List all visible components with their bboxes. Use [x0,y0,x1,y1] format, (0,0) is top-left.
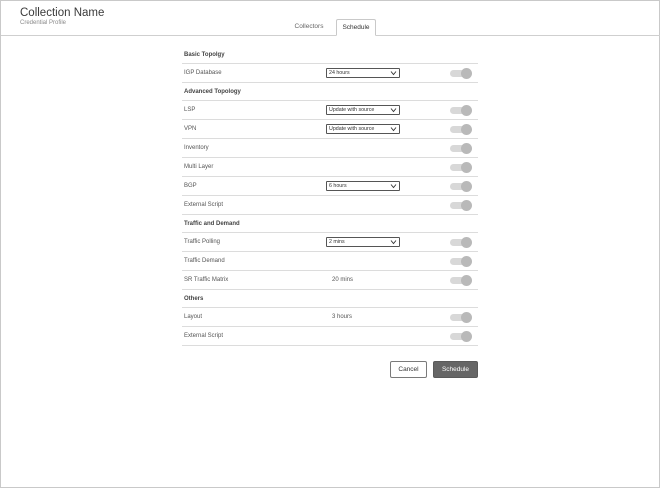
tab-schedule[interactable]: Schedule [336,19,376,36]
tab-collectors[interactable]: Collectors [287,19,331,36]
row-label: LSP [184,107,196,113]
row-external-script: External Script [182,196,478,215]
select-value: 24 hours [329,70,350,76]
chevron-down-icon [390,184,397,189]
select-value: 6 hours [329,183,347,189]
row-sr-traffic-matrix: SR Traffic Matrix 20 mins [182,271,478,290]
igp-database-toggle[interactable] [450,68,472,79]
vpn-select[interactable]: Update with source [326,124,400,134]
lsp-toggle[interactable] [450,105,472,116]
row-lsp: LSP Update with source [182,101,478,120]
row-vpn: VPN Update with source [182,120,478,139]
section-basic-topology: Basic Topolgy [182,46,478,64]
section-others: Others [182,290,478,308]
row-external-script-others: External Script [182,327,478,346]
toggle-knob [461,105,472,116]
traffic-demand-toggle[interactable] [450,256,472,267]
traffic-polling-select[interactable]: 2 mins [326,237,400,247]
inventory-toggle[interactable] [450,143,472,154]
select-value: 2 mins [329,239,345,245]
layout-toggle[interactable] [450,312,472,323]
toggle-knob [461,143,472,154]
page-title: Collection Name [20,7,105,19]
chevron-down-icon [390,240,397,245]
row-traffic-polling: Traffic Polling 2 mins [182,233,478,252]
select-value: Update with source [329,107,375,113]
bgp-toggle[interactable] [450,181,472,192]
toggle-knob [461,181,472,192]
sr-traffic-matrix-toggle[interactable] [450,275,472,286]
chevron-down-icon [390,71,397,76]
bgp-select[interactable]: 6 hours [326,181,400,191]
row-igp-database: IGP Database 24 hours [182,64,478,83]
window-frame: Collection Name Credential Profile Colle… [0,0,660,488]
sr-traffic-matrix-value: 20 mins [332,277,354,283]
igp-database-select[interactable]: 24 hours [326,68,400,78]
external-script-toggle[interactable] [450,200,472,211]
page-subtitle: Credential Profile [20,20,67,26]
external-script-others-toggle[interactable] [450,331,472,342]
toggle-knob [461,124,472,135]
toggle-knob [461,162,472,173]
lsp-select[interactable]: Update with source [326,105,400,115]
row-label: VPN [184,126,197,132]
schedule-button[interactable]: Schedule [433,361,478,378]
row-label: Traffic Demand [184,258,225,264]
toggle-knob [461,200,472,211]
chevron-down-icon [390,108,397,113]
select-value: Update with source [329,126,375,132]
section-advanced-topology: Advanced Topology [182,83,478,101]
multi-layer-toggle[interactable] [450,162,472,173]
row-label: Layout [184,314,203,320]
toggle-knob [461,68,472,79]
row-label: External Script [184,202,224,208]
row-traffic-demand: Traffic Demand [182,252,478,271]
row-layout: Layout 3 hours [182,308,478,327]
schedule-form: Basic Topolgy IGP Database 24 hours Adva… [182,46,478,346]
row-multi-layer: Multi Layer [182,158,478,177]
tabs-divider [1,35,660,36]
row-label: Inventory [184,145,209,151]
vpn-toggle[interactable] [450,124,472,135]
row-label: Multi Layer [184,164,214,170]
toggle-knob [461,237,472,248]
cancel-button[interactable]: Cancel [390,361,427,378]
row-label: SR Traffic Matrix [184,277,229,283]
chevron-down-icon [390,127,397,132]
row-label: IGP Database [184,70,222,76]
toggle-knob [461,312,472,323]
layout-value: 3 hours [332,314,353,320]
row-inventory: Inventory [182,139,478,158]
row-label: BGP [184,183,197,189]
toggle-knob [461,256,472,267]
row-label: Traffic Polling [184,239,221,245]
toggle-knob [461,275,472,286]
section-traffic-and-demand: Traffic and Demand [182,215,478,233]
traffic-polling-toggle[interactable] [450,237,472,248]
toggle-knob [461,331,472,342]
row-label: External Script [184,333,224,339]
row-bgp: BGP 6 hours [182,177,478,196]
